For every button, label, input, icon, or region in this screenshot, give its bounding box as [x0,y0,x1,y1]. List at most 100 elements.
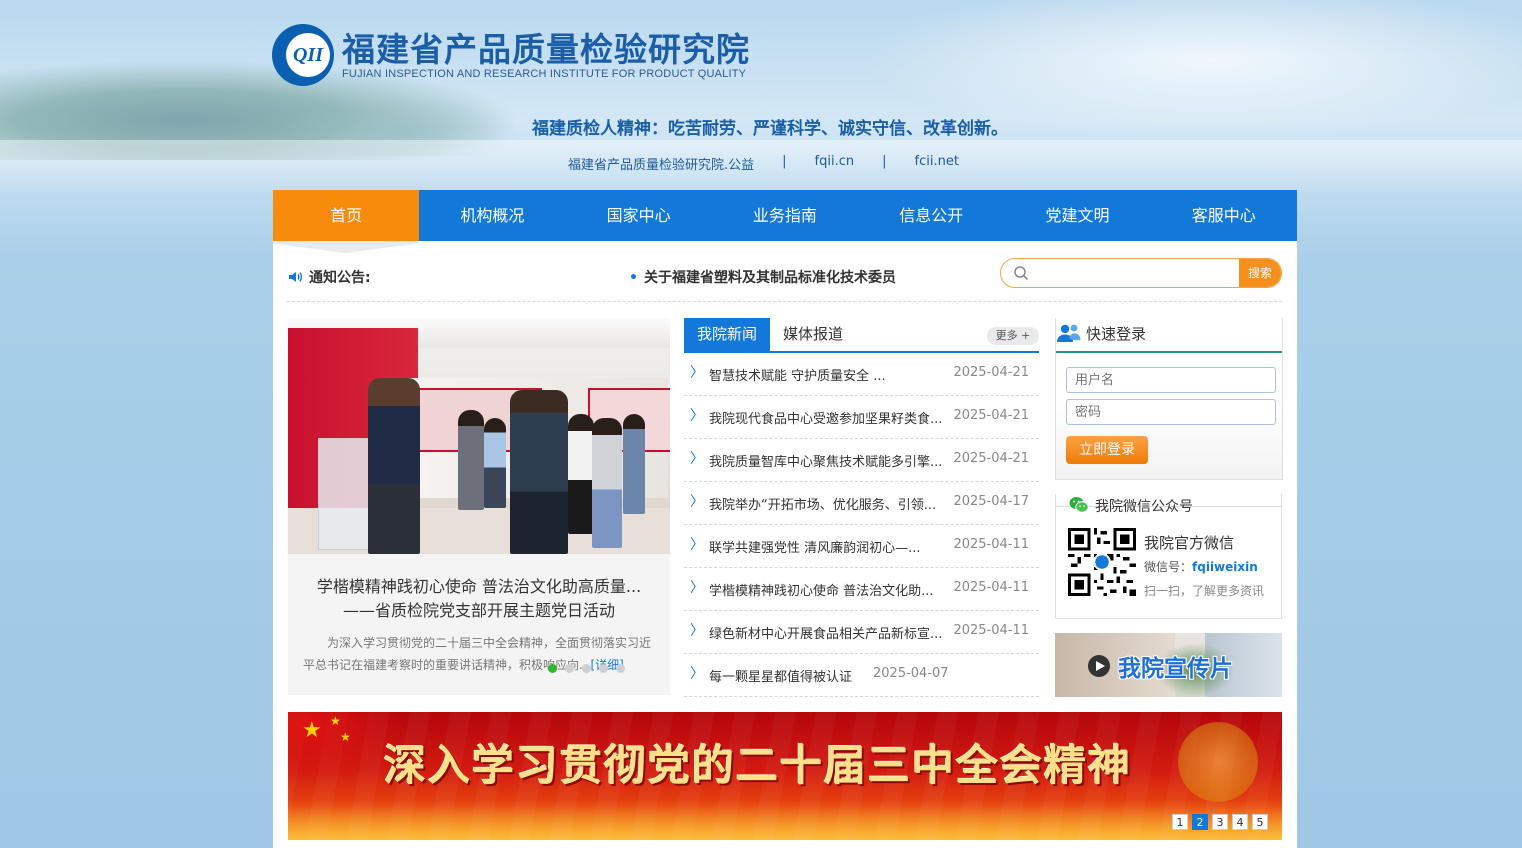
news-item[interactable]: 〉我院质量智库中心聚焦技术赋能多引擎... 2025-04-21 [684,439,1039,482]
news-item-date: 2025-04-21 [953,365,1029,380]
qr-code-icon[interactable] [1068,528,1136,596]
news-item[interactable]: 〉联学共建强党性 清风廉韵润初心—... 2025-04-11 [684,525,1039,568]
chevron-right-icon: 〉 [690,408,704,424]
slide-dot[interactable] [582,664,591,673]
domain-separator: | [882,154,887,169]
news-item[interactable]: 〉智慧技术赋能 守护质量安全 ... 2025-04-21 [684,353,1039,396]
quick-login: 快速登录 立即登录 [1055,318,1283,480]
site-name-cn: 福建省产品质量检验研究院 [342,30,750,69]
featured-title-line1: 学楷模精神践初心使命 普法治文化助高质量... [316,577,642,596]
news-item-title[interactable]: 联学共建强党性 清风廉韵润初心—... [709,537,945,556]
photo-person [484,418,506,508]
banner-page-4[interactable]: 4 [1232,814,1248,830]
login-button[interactable]: 立即登录 [1066,436,1148,464]
news-item[interactable]: 〉每一颗星星都值得被认证 2025-04-07 [684,654,1039,697]
domain-link-fcii[interactable]: fcii.net [915,154,959,173]
tab-media-reports[interactable]: 媒体报道 [770,318,856,351]
news-item[interactable]: 〉绿色新材中心开展食品相关产品新标宣... 2025-04-11 [684,611,1039,654]
site-logo[interactable]: QII 福建省产品质量检验研究院 FUJIAN INSPECTION AND R… [272,24,750,86]
domain-link-gongyi[interactable]: 福建省产品质量检验研究院.公益 [568,154,754,173]
ticker-text: 关于福建省塑料及其制品标准化技术委员 [643,270,896,286]
logo-mark-text: QII [286,33,330,77]
wechat-icon [1069,497,1089,513]
featured-title-line2: ——省质检院党支部开展主题党日活动 [342,601,615,620]
photo-person [623,414,645,514]
slide-dot[interactable] [599,664,608,673]
photo-person [458,410,484,510]
tab-institute-news[interactable]: 我院新闻 [684,318,771,351]
news-item[interactable]: 〉学楷模精神践初心使命 普法治文化助... 2025-04-11 [684,568,1039,611]
featured-title[interactable]: 学楷模精神践初心使命 普法治文化助高质量... ——省质检院党支部开展主题党日活… [303,575,655,623]
ticker-bullet: • [629,270,638,286]
nav-item-info-disclosure[interactable]: 信息公开 [858,190,1004,241]
news-item-title[interactable]: 我院举办“开拓市场、优化服务、引领... [709,494,945,513]
banner-page-3[interactable]: 3 [1212,814,1228,830]
more-button[interactable]: 更多 + [987,327,1039,345]
slide-dot[interactable] [565,664,574,673]
chevron-right-icon: 〉 [690,451,704,467]
slide-dot[interactable] [616,664,625,673]
news-item-title[interactable]: 我院现代食品中心受邀参加坚果籽类食... [709,408,945,427]
news-item-title[interactable]: 绿色新材中心开展食品相关产品新标宣... [709,623,945,642]
nav-item-about[interactable]: 机构概况 [419,190,565,241]
featured-story: 学楷模精神践初心使命 普法治文化助高质量... ——省质检院党支部开展主题党日活… [288,318,670,695]
featured-photo[interactable] [288,318,670,554]
news-item[interactable]: 〉我院现代食品中心受邀参加坚果籽类食... 2025-04-21 [684,396,1039,439]
wechat-account-title: 我院官方微信 [1144,534,1235,552]
news-section: 我院新闻 媒体报道 更多 + 〉智慧技术赋能 守护质量安全 ... 2025-04… [684,318,1039,697]
banner-page-1[interactable]: 1 [1172,814,1188,830]
search-button[interactable]: 搜索 [1239,259,1281,287]
quick-login-title: 快速登录 [1086,325,1147,343]
photo-person [368,378,420,554]
chevron-right-icon: 〉 [690,494,704,510]
slide-dots [548,664,625,673]
news-item-date: 2025-04-11 [953,580,1029,595]
logo-mark-icon: QII [272,24,334,86]
password-field[interactable] [1066,399,1276,425]
news-item-title[interactable]: 智慧技术赋能 守护质量安全 ... [709,365,945,384]
domain-links: 福建省产品质量检验研究院.公益 | fqii.cn | fcii.net [568,154,959,173]
news-item-date: 2025-04-21 [953,451,1029,466]
logo-text: 福建省产品质量检验研究院 FUJIAN INSPECTION AND RESEA… [342,30,750,80]
wechat-title: 我院微信公众号 [1095,499,1193,515]
search-input[interactable] [1037,261,1237,285]
chevron-right-icon: 〉 [690,580,704,596]
chevron-right-icon: 〉 [690,365,704,381]
notice-ticker-item[interactable]: • 关于福建省塑料及其制品标准化技术委员 [629,267,896,287]
news-item-date: 2025-04-21 [953,408,1029,423]
nav-item-national-center[interactable]: 国家中心 [566,190,712,241]
photo-person [510,390,568,554]
domain-link-fqii[interactable]: fqii.cn [815,154,855,173]
banner-page-2[interactable]: 2 [1192,814,1208,830]
banner-page-5[interactable]: 5 [1252,814,1268,830]
search-icon [1014,266,1029,281]
photo-person [592,418,622,548]
news-item-title[interactable]: 学楷模精神践初心使命 普法治文化助... [709,580,945,599]
nav-item-service-center[interactable]: 客服中心 [1151,190,1297,241]
wechat-id-label: 微信号： [1144,560,1193,574]
play-icon [1088,655,1110,677]
slide-dot[interactable] [548,664,557,673]
theme-banner[interactable]: ★ ★ ★ 深入学习贯彻党的二十届三中全会精神 1 2 3 4 5 [288,712,1282,840]
nav-item-party-building[interactable]: 党建文明 [1004,190,1150,241]
wechat-header-label: 我院微信公众号 [1069,494,1193,518]
banner-text: 深入学习贯彻党的二十届三中全会精神 [384,741,1133,790]
users-icon [1057,324,1081,342]
nav-item-business-guide[interactable]: 业务指南 [712,190,858,241]
nav-item-home[interactable]: 首页 [273,190,420,241]
chevron-right-icon: 〉 [690,666,704,682]
star-icon: ★ [302,718,322,743]
username-field[interactable] [1066,367,1276,393]
star-icon: ★ [340,730,351,744]
promo-video-banner[interactable]: 我院宣传片 [1055,633,1282,697]
news-item-title[interactable]: 我院质量智库中心聚焦技术赋能多引擎... [709,451,945,470]
chevron-right-icon: 〉 [690,537,704,553]
news-item-date: 2025-04-11 [953,537,1029,552]
banner-pager: 1 2 3 4 5 [1172,814,1268,830]
quick-login-header: 快速登录 [1056,317,1282,353]
domain-separator: | [782,154,787,169]
news-item[interactable]: 〉我院举办“开拓市场、优化服务、引领... 2025-04-17 [684,482,1039,525]
main-nav: 首页 机构概况 国家中心 业务指南 信息公开 党建文明 客服中心 [273,190,1297,241]
wechat-id: 微信号：fqiiweixin [1144,558,1258,575]
emblem-decor [1178,722,1258,802]
